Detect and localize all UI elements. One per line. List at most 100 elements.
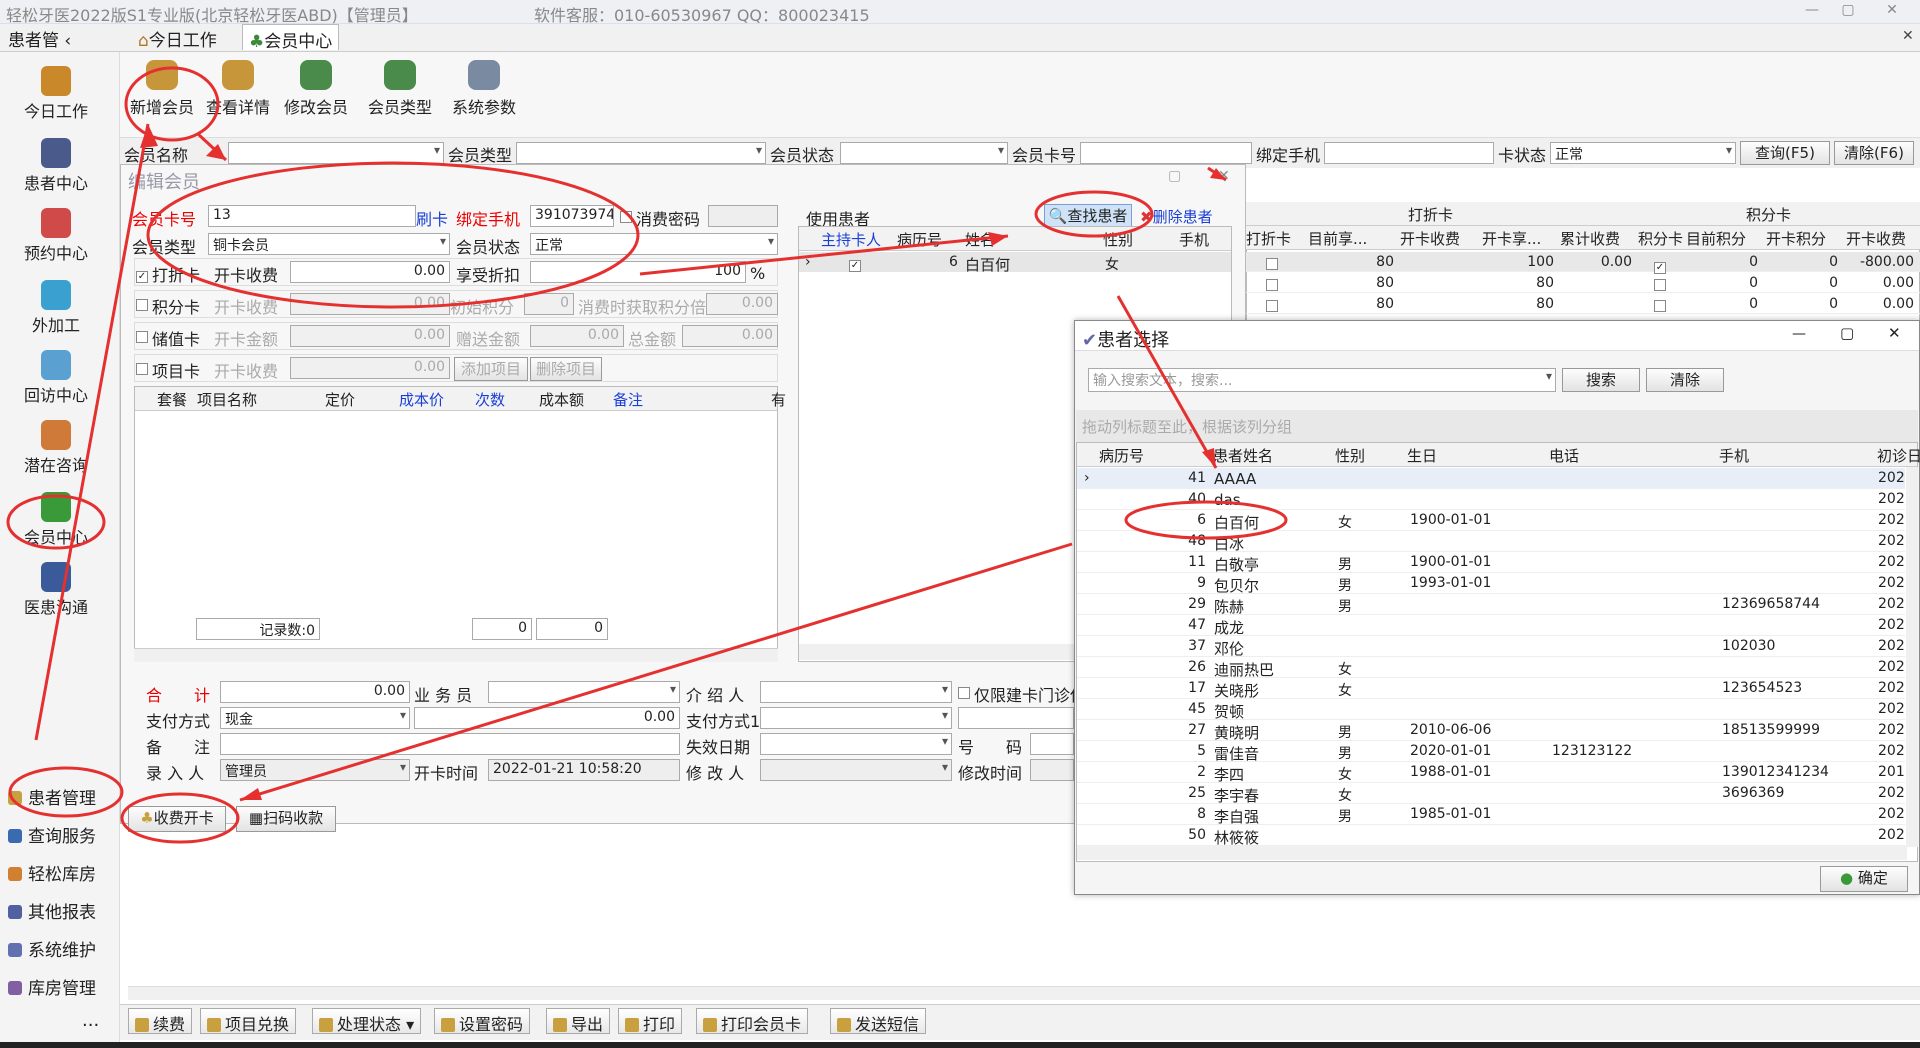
sidebar-item-4[interactable]: 回访中心 [0, 350, 112, 406]
pay-method1-select[interactable] [760, 707, 952, 729]
bg-row-2-punch-checkbox[interactable] [1266, 297, 1278, 315]
sidebar-menu-1[interactable]: 查询服务 [8, 822, 96, 847]
chevron-left-icon[interactable]: ‹ [64, 31, 71, 51]
pt-col-0[interactable]: 主持卡人 [821, 229, 881, 250]
sidebar-item-2[interactable]: 预约中心 [0, 208, 112, 264]
points_ratio_v-field[interactable]: 0.00 [706, 293, 778, 315]
item-col-4[interactable]: 次数 [475, 389, 505, 410]
dlg-minimize-icon[interactable]: — [1792, 326, 1806, 342]
expire-date-field[interactable] [760, 733, 952, 755]
item-col-2[interactable]: 定价 [325, 389, 355, 410]
patient-search-input[interactable]: 输入搜索文本，搜索... [1088, 368, 1556, 392]
stored-checkbox[interactable] [136, 328, 148, 346]
sel-col-3[interactable]: 生日 [1407, 445, 1437, 466]
bg-col-7[interactable]: 开卡积分 [1766, 228, 1826, 249]
member-type-select[interactable] [516, 142, 766, 164]
sidebar-menu-5[interactable]: 库房管理 [8, 974, 96, 999]
bg-col-1[interactable]: 目前享... [1308, 228, 1367, 249]
bg-col-4[interactable]: 累计收费 [1560, 228, 1620, 249]
bg-col-3[interactable]: 开卡享... [1482, 228, 1541, 249]
bottom-button-0[interactable]: 续费 [128, 1008, 193, 1034]
pt-col-1[interactable]: 病历号 [897, 229, 942, 250]
patient-use-row[interactable]: › ✓ 6 白百何 女 [799, 252, 1231, 274]
toolbar-button-0[interactable]: 新增会员 [130, 60, 194, 118]
points-checkbox[interactable] [136, 296, 148, 314]
toolbar-button-2[interactable]: 修改会员 [284, 60, 348, 118]
member-status-field[interactable]: 正常 [530, 233, 778, 255]
tab-member[interactable]: ♣会员中心 [242, 24, 340, 52]
bottom-button-4[interactable]: 导出 [546, 1008, 611, 1034]
bg-row-2-points-checkbox[interactable] [1654, 297, 1666, 315]
total_amt_v-field[interactable]: 0.00 [682, 325, 778, 347]
patient-select-hscroll[interactable] [1077, 846, 1907, 860]
sidebar-menu-2[interactable]: 轻松库房 [8, 860, 96, 885]
sel-col-0[interactable]: 病历号 [1099, 445, 1144, 466]
bg-col-2[interactable]: 开卡收费 [1400, 228, 1460, 249]
item-col-5[interactable]: 成本额 [539, 389, 584, 410]
sidebar-item-3[interactable]: 外加工 [0, 280, 112, 336]
item_card-checkbox[interactable] [136, 360, 148, 378]
main-hscroll[interactable] [128, 986, 1920, 1000]
item-col-6[interactable]: 备注 [613, 389, 643, 410]
sidebar-menu-0[interactable]: 患者管理 [8, 784, 96, 809]
card-no-input[interactable] [1080, 142, 1252, 164]
toolbar-button-3[interactable]: 会员类型 [368, 60, 432, 118]
sidebar-item-0[interactable]: 今日工作 [0, 66, 112, 122]
sidebar-item-5[interactable]: 潜在咨询 [0, 420, 112, 476]
sidebar-menu-3[interactable]: 其他报表 [8, 898, 96, 923]
add-item-button[interactable]: 添加项目 [454, 357, 528, 381]
member-type-field[interactable]: 铜卡会员 [208, 233, 450, 255]
sidebar-menu-4[interactable]: 系统维护 [8, 936, 96, 961]
item-col-1[interactable]: 项目名称 [197, 389, 257, 410]
toolbar-button-4[interactable]: 系统参数 [452, 60, 516, 118]
bottom-button-5[interactable]: 打印 [618, 1008, 683, 1034]
referrer-select[interactable] [760, 681, 952, 703]
close-icon[interactable]: ✕ [1880, 2, 1904, 22]
bind-phone-field[interactable]: 3910739745 [530, 205, 614, 227]
init_points_v-field[interactable]: 0 [524, 293, 574, 315]
clear-button[interactable]: 清除(F6) [1834, 141, 1914, 165]
bottom-button-2[interactable]: 处理状态 ▾ [312, 1008, 422, 1034]
bg-row-1-punch-checkbox[interactable] [1266, 276, 1278, 294]
gift_amt_v-field[interactable]: 0.00 [530, 325, 624, 347]
open_amt_v-field[interactable]: 0.00 [290, 325, 450, 347]
scan-pay-button[interactable]: ▦扫码收款 [236, 806, 336, 832]
patient-search-button[interactable]: 搜索 [1562, 368, 1640, 392]
swipe-card-link[interactable]: 刷卡 [416, 206, 448, 230]
charge-open-card-button[interactable]: ♣收费开卡 [128, 806, 226, 832]
bg-row-0-punch-checkbox[interactable] [1266, 255, 1278, 273]
bottom-button-6[interactable]: 打印会员卡 [696, 1008, 809, 1034]
staff-select[interactable] [488, 681, 680, 703]
pay-method-select[interactable]: 现金 [220, 707, 410, 729]
dlg-maximize-icon[interactable]: ▢ [1840, 324, 1854, 342]
item-grid-scrollbar[interactable] [134, 648, 778, 662]
more-icon[interactable]: ... [82, 1010, 99, 1031]
only-new-checkbox[interactable] [958, 684, 970, 702]
bg-col-0[interactable]: 打折卡 [1246, 228, 1291, 249]
bottom-button-7[interactable]: 发送短信 [830, 1008, 927, 1034]
remark-field[interactable] [220, 733, 680, 755]
pt-col-2[interactable]: 姓名 [965, 229, 995, 250]
sel-col-5[interactable]: 手机 [1719, 445, 1749, 466]
item-col-0[interactable]: 套餐 [157, 389, 187, 410]
bg-row-0-points-checkbox[interactable]: ✓ [1654, 255, 1666, 274]
member-status-select[interactable] [840, 142, 1008, 164]
number-field[interactable] [1030, 733, 1074, 755]
close-tab-icon[interactable]: ✕ [1902, 28, 1914, 44]
delete-patient-button[interactable]: ✖删除患者 [1140, 206, 1213, 227]
open_fee_v-field[interactable]: 0.00 [290, 261, 450, 283]
delete-item-button[interactable]: 删除项目 [530, 357, 602, 381]
maximize-icon[interactable]: ▢ [1836, 2, 1860, 22]
sel-col-4[interactable]: 电话 [1549, 445, 1579, 466]
punch-checkbox[interactable]: ✓ [136, 264, 148, 283]
edit-dialog-max-icon[interactable]: ▢ [1168, 168, 1181, 184]
open_fee2_v-field[interactable]: 0.00 [290, 293, 450, 315]
discount_v-field[interactable]: 100 [530, 261, 746, 283]
consume-pwd-checkbox[interactable] [620, 208, 632, 226]
pt-col-4[interactable]: 手机 [1179, 229, 1209, 250]
bg-col-5[interactable]: 积分卡 [1638, 228, 1683, 249]
card-no-field[interactable]: 13 [208, 205, 416, 227]
tab-today[interactable]: ⌂今日工作 [132, 24, 223, 51]
sel-col-2[interactable]: 性别 [1335, 445, 1365, 466]
find-patient-button[interactable]: 🔍查找患者 [1044, 204, 1132, 228]
